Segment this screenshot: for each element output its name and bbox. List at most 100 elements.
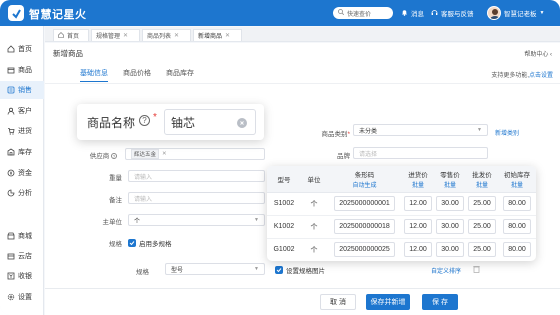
sidebar-item-settings[interactable]: 设置 <box>0 288 44 306</box>
sidebar-item-customers[interactable]: 客户 <box>0 102 44 120</box>
weight-field[interactable]: 请输入 <box>128 170 265 182</box>
sidebar-item-label: 云店 <box>18 253 32 260</box>
category-select[interactable]: 未分类 ▼ <box>353 124 488 136</box>
user-menu[interactable]: 智慧记老板 ▼ <box>504 8 544 18</box>
cell-barcode: 2025000000001 <box>327 192 402 216</box>
subtabs: 基础信息 商品价格 商品库存 <box>80 68 194 82</box>
support-button[interactable]: 客服与反馈 <box>431 8 474 18</box>
retail-price-input[interactable]: 30.00 <box>436 242 464 257</box>
wholesale-price-input[interactable]: 25.00 <box>468 242 496 257</box>
quick-price-search[interactable]: 快速查价 <box>333 7 393 19</box>
tab-home[interactable]: 首页 <box>53 29 89 41</box>
form-footer: 取 消 保存并新增 保 存 <box>45 288 560 315</box>
custom-sort-link[interactable]: 自定义排序 <box>431 266 461 275</box>
save-and-new-button[interactable]: 保存并新增 <box>366 294 410 310</box>
auto-generate-link[interactable]: 自动生成 <box>327 180 402 189</box>
set-spec-image-checkbox[interactable]: 设置规格图片 <box>275 265 325 275</box>
sidebar-item-label: 库存 <box>18 149 32 156</box>
supplier-field[interactable]: 辉达五金 ✕ <box>125 148 265 160</box>
spec-sub-label: 规格 <box>136 269 149 276</box>
main-unit-label: 主单位 <box>102 219 123 226</box>
header-model: 型号 <box>267 166 301 193</box>
remark-field[interactable]: 请输入 <box>128 192 265 204</box>
table-row: K1002 个 2025000000018 12.00 30.00 25.00 … <box>267 215 536 239</box>
tab-new-product[interactable]: 新增商品 ✕ <box>193 29 242 41</box>
avatar[interactable] <box>487 6 501 20</box>
header-barcode: 条形码 自动生成 <box>327 166 402 193</box>
cancel-button[interactable]: 取 消 <box>320 294 356 310</box>
messages-button[interactable]: 消息 <box>401 8 424 18</box>
sidebar-item-cloud-store[interactable]: 云店 <box>0 247 44 265</box>
tab-product-list[interactable]: 商品列表 ✕ <box>142 29 191 41</box>
batch-link[interactable]: 批量 <box>402 180 434 189</box>
subtab-product-stock[interactable]: 商品库存 <box>166 68 194 78</box>
sidebar-item-analysis[interactable]: 分析 <box>0 184 44 202</box>
chevron-left-icon: ‹ <box>550 52 552 58</box>
close-icon[interactable]: ✕ <box>123 32 128 39</box>
spec-label: 规格 <box>109 241 122 248</box>
top-bar: 智慧记星火 快速查价 消息 客服与反馈 智慧记老板 ▼ <box>0 0 560 26</box>
supplier-tag: 辉达五金 <box>131 149 160 159</box>
close-icon[interactable]: ✕ <box>225 32 230 39</box>
home-icon <box>6 45 15 54</box>
product-name-label: 商品名称 <box>87 116 136 130</box>
spec-type-value: 型号 <box>171 267 184 274</box>
purchase-price-input[interactable]: 12.00 <box>404 242 432 257</box>
cell-initial-stock: 80.00 <box>498 238 536 261</box>
sidebar-item-products[interactable]: 商品 <box>0 61 44 79</box>
initial-stock-input[interactable]: 80.00 <box>503 219 531 234</box>
settings-link[interactable]: 点击设置 <box>529 73 553 79</box>
initial-stock-input[interactable]: 80.00 <box>503 242 531 257</box>
cell-wholesale-price: 25.00 <box>466 238 498 261</box>
chevron-down-icon: ▼ <box>254 217 259 223</box>
save-button[interactable]: 保 存 <box>422 294 458 310</box>
help-circle-icon[interactable]: ? <box>111 153 117 159</box>
wholesale-price-input[interactable]: 25.00 <box>468 219 496 234</box>
barcode-input[interactable]: 2025000000025 <box>334 242 395 257</box>
sidebar-item-home[interactable]: 首页 <box>0 40 44 58</box>
batch-link[interactable]: 批量 <box>434 180 466 189</box>
cell-initial-stock: 80.00 <box>498 215 536 239</box>
sidebar-item-mall[interactable]: 商城 <box>0 227 44 245</box>
initial-stock-input[interactable]: 80.00 <box>503 196 531 211</box>
barcode-input[interactable]: 2025000000001 <box>334 196 395 211</box>
main-unit-select[interactable]: 个 ▼ <box>128 214 265 226</box>
clear-icon[interactable] <box>237 118 247 128</box>
close-icon[interactable]: ✕ <box>174 32 179 39</box>
cell-wholesale-price: 25.00 <box>466 192 498 216</box>
header-label: 型号 <box>277 176 291 184</box>
trash-icon[interactable] <box>473 265 480 275</box>
sidebar-item-purchase[interactable]: 进货 <box>0 122 44 140</box>
brand-select[interactable]: 请选择 <box>353 147 488 159</box>
purchase-price-input[interactable]: 12.00 <box>404 219 432 234</box>
support-label: 客服与反馈 <box>441 11 474 18</box>
subtab-product-price[interactable]: 商品价格 <box>123 68 151 78</box>
sidebar-item-funds[interactable]: 资金 <box>0 164 44 182</box>
retail-price-input[interactable]: 30.00 <box>436 196 464 211</box>
tab-spec-management[interactable]: 规格管理 ✕ <box>91 29 140 41</box>
spec-type-select[interactable]: 型号 ▼ <box>165 263 265 275</box>
cell-model: S1002 <box>267 192 301 216</box>
help-center-link[interactable]: 帮助中心 ‹ <box>524 49 552 58</box>
user-name: 智慧记老板 <box>504 11 537 18</box>
barcode-input[interactable]: 2025000000018 <box>334 219 395 234</box>
close-icon[interactable]: ✕ <box>162 151 167 157</box>
required-mark: * <box>347 131 350 138</box>
enable-multi-spec-checkbox[interactable]: 启用多规格 <box>128 238 172 248</box>
sidebar-item-sales[interactable]: 销售 <box>0 81 44 99</box>
sidebar-item-cashier[interactable]: 收银 <box>0 267 44 285</box>
weight-label: 重量 <box>109 175 122 182</box>
batch-link[interactable]: 批量 <box>466 180 498 189</box>
app-title: 智慧记星火 <box>29 9 87 21</box>
batch-link[interactable]: 批量 <box>498 180 536 189</box>
wholesale-price-input[interactable]: 25.00 <box>468 196 496 211</box>
new-category-link[interactable]: 新增类别 <box>495 128 519 137</box>
help-circle-icon[interactable]: ? <box>139 115 150 126</box>
sidebar-item-inventory[interactable]: 库存 <box>0 143 44 161</box>
purchase-price-input[interactable]: 12.00 <box>404 196 432 211</box>
required-mark: * <box>153 112 157 123</box>
retail-price-input[interactable]: 30.00 <box>436 219 464 234</box>
product-name-input[interactable]: 铀芯 <box>164 109 256 135</box>
subtab-basic-info[interactable]: 基础信息 <box>80 68 108 82</box>
feature-note: 支持更多功能,点击设置 <box>491 70 553 79</box>
